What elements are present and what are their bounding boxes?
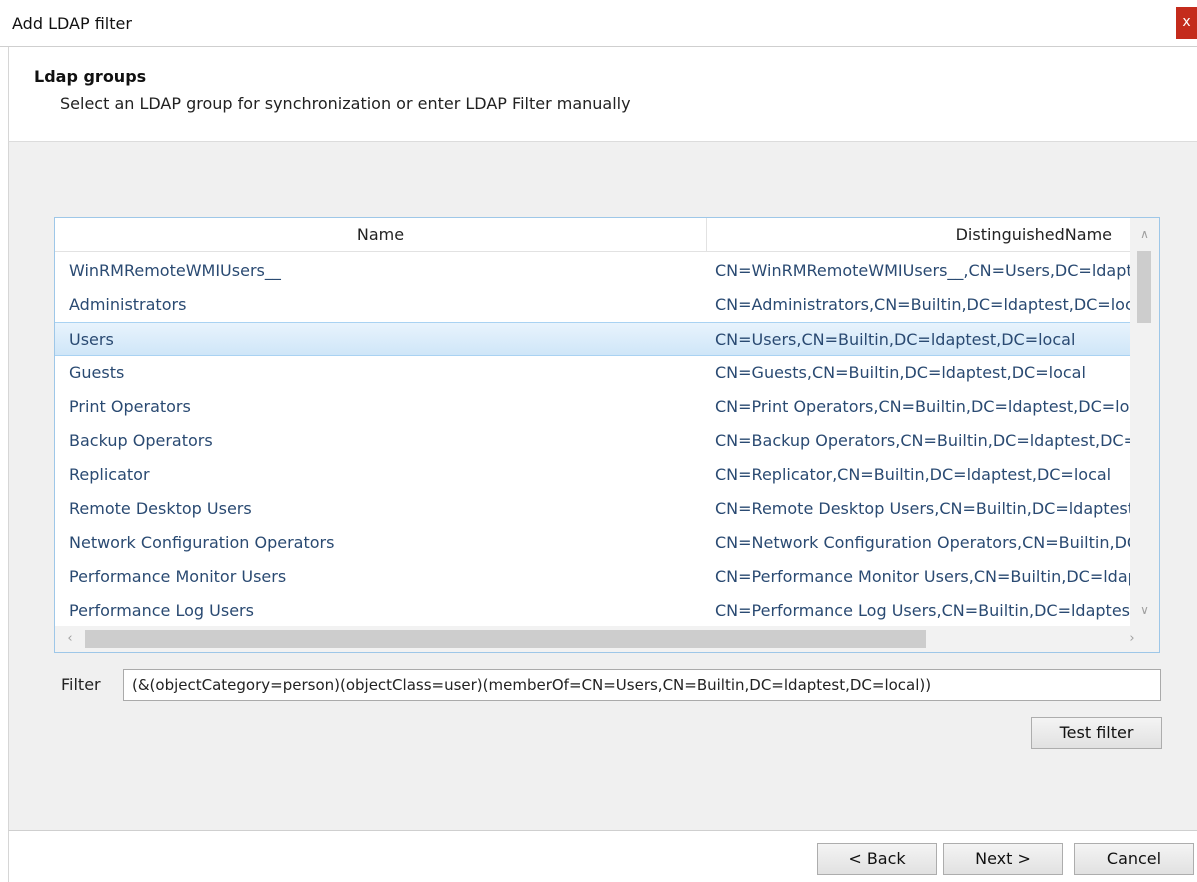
distinguished-name-cell: CN=Replicator,CN=Builtin,DC=ldaptest,DC=… bbox=[715, 465, 1112, 484]
column-header-name[interactable]: Name bbox=[55, 218, 707, 252]
table-row[interactable]: Administrators CN=Administrators,CN=Buil… bbox=[55, 288, 1130, 322]
group-name-cell: Administrators bbox=[69, 295, 187, 314]
distinguished-name-cell: CN=Performance Log Users,CN=Builtin,DC=l… bbox=[715, 601, 1130, 620]
filter-input[interactable] bbox=[123, 669, 1161, 701]
table-row[interactable]: Backup Operators CN=Backup Operators,CN=… bbox=[55, 424, 1130, 458]
vertical-scrollbar[interactable]: ∧ ∨ bbox=[1130, 218, 1159, 628]
vertical-scroll-thumb[interactable] bbox=[1137, 251, 1151, 323]
distinguished-name-cell: CN=Users,CN=Builtin,DC=ldaptest,DC=local bbox=[715, 330, 1076, 349]
distinguished-name-cell: CN=Performance Monitor Users,CN=Builtin,… bbox=[715, 567, 1130, 586]
distinguished-name-cell: CN=Backup Operators,CN=Builtin,DC=ldapte… bbox=[715, 431, 1130, 450]
column-header-distinguished-name[interactable]: DistinguishedName bbox=[707, 218, 1130, 252]
table-row[interactable]: Remote Desktop Users CN=Remote Desktop U… bbox=[55, 492, 1130, 526]
table-row[interactable]: Print Operators CN=Print Operators,CN=Bu… bbox=[55, 390, 1130, 424]
chevron-right-icon[interactable]: › bbox=[1119, 626, 1145, 652]
group-name-cell: Performance Log Users bbox=[69, 601, 254, 620]
table-row-selected[interactable]: Users CN=Users,CN=Builtin,DC=ldaptest,DC… bbox=[55, 322, 1130, 356]
table-row[interactable]: Performance Log Users CN=Performance Log… bbox=[55, 594, 1130, 628]
group-name-cell: Backup Operators bbox=[69, 431, 213, 450]
group-name-cell: Replicator bbox=[69, 465, 150, 484]
table-row[interactable]: Guests CN=Guests,CN=Builtin,DC=ldaptest,… bbox=[55, 356, 1130, 390]
distinguished-name-cell: CN=Remote Desktop Users,CN=Builtin,DC=ld… bbox=[715, 499, 1130, 518]
table-row[interactable]: Network Configuration Operators CN=Netwo… bbox=[55, 526, 1130, 560]
distinguished-name-cell: CN=WinRMRemoteWMIUsers__,CN=Users,DC=lda… bbox=[715, 261, 1130, 280]
page-title: Ldap groups bbox=[34, 67, 147, 86]
next-button[interactable]: Next > bbox=[943, 843, 1063, 875]
close-button[interactable]: x bbox=[1176, 7, 1197, 39]
page-subtitle: Select an LDAP group for synchronization… bbox=[60, 94, 631, 113]
table-row[interactable]: Replicator CN=Replicator,CN=Builtin,DC=l… bbox=[55, 458, 1130, 492]
distinguished-name-cell: CN=Network Configuration Operators,CN=Bu… bbox=[715, 533, 1130, 552]
chevron-up-icon[interactable]: ∧ bbox=[1130, 220, 1159, 248]
group-name-cell: Guests bbox=[69, 363, 125, 382]
horizontal-scroll-thumb[interactable] bbox=[85, 630, 926, 648]
distinguished-name-cell: CN=Guests,CN=Builtin,DC=ldaptest,DC=loca… bbox=[715, 363, 1086, 382]
group-name-cell: Remote Desktop Users bbox=[69, 499, 252, 518]
back-button[interactable]: < Back bbox=[817, 843, 937, 875]
group-name-cell: Users bbox=[69, 330, 114, 349]
group-name-cell: Network Configuration Operators bbox=[69, 533, 335, 552]
table-row[interactable]: WinRMRemoteWMIUsers__ CN=WinRMRemoteWMIU… bbox=[55, 254, 1130, 288]
group-name-cell: WinRMRemoteWMIUsers__ bbox=[69, 261, 281, 280]
window-title: Add LDAP filter bbox=[12, 14, 132, 33]
filter-label: Filter bbox=[61, 675, 101, 694]
distinguished-name-cell: CN=Administrators,CN=Builtin,DC=ldaptest… bbox=[715, 295, 1130, 314]
wizard-header: Ldap groups Select an LDAP group for syn… bbox=[8, 47, 1197, 141]
cancel-button[interactable]: Cancel bbox=[1074, 843, 1194, 875]
grid-rows: WinRMRemoteWMIUsers__ CN=WinRMRemoteWMIU… bbox=[55, 254, 1130, 628]
chevron-down-icon[interactable]: ∨ bbox=[1130, 596, 1159, 624]
title-bar: Add LDAP filter x bbox=[0, 0, 1197, 47]
table-row[interactable]: Performance Monitor Users CN=Performance… bbox=[55, 560, 1130, 594]
group-name-cell: Print Operators bbox=[69, 397, 191, 416]
chevron-left-icon[interactable]: ‹ bbox=[57, 626, 83, 652]
test-filter-button[interactable]: Test filter bbox=[1031, 717, 1162, 749]
ldap-groups-grid[interactable]: Name DistinguishedName WinRMRemoteWMIUse… bbox=[54, 217, 1160, 653]
group-name-cell: Performance Monitor Users bbox=[69, 567, 287, 586]
horizontal-scrollbar[interactable]: ‹ › bbox=[55, 626, 1159, 652]
distinguished-name-cell: CN=Print Operators,CN=Builtin,DC=ldaptes… bbox=[715, 397, 1130, 416]
